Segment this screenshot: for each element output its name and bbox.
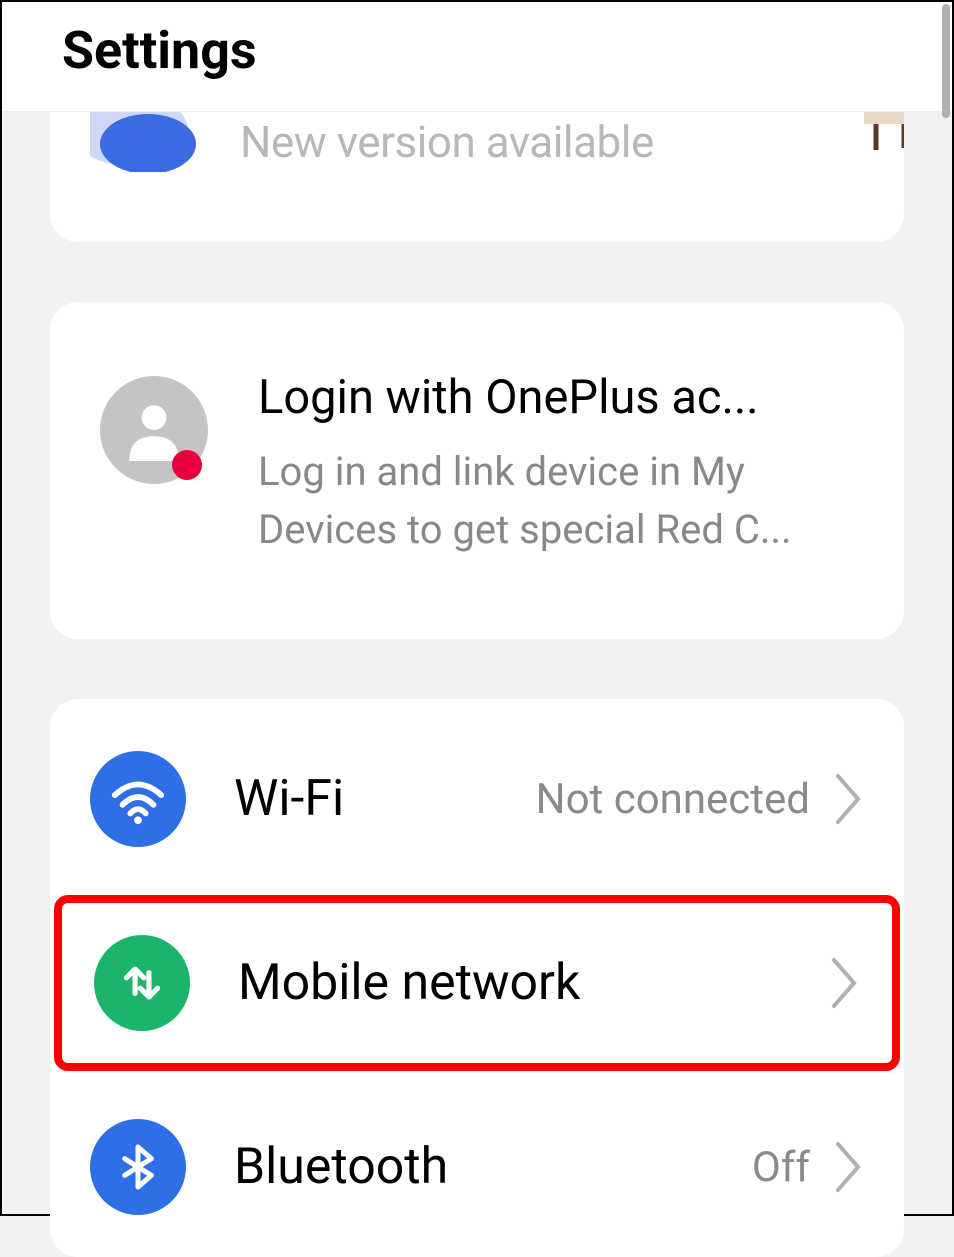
chevron-right-icon bbox=[830, 956, 860, 1010]
bluetooth-icon bbox=[90, 1119, 186, 1215]
settings-list: Wi-Fi Not connected Mobile network bbox=[50, 699, 904, 1257]
chevron-right-icon bbox=[834, 772, 864, 826]
notification-dot-icon bbox=[172, 450, 202, 480]
account-subtitle: Log in and link device in My Devices to … bbox=[258, 443, 854, 559]
page-title: Settings bbox=[62, 20, 892, 81]
settings-item-mobile-network[interactable]: Mobile network bbox=[54, 895, 900, 1071]
wifi-icon bbox=[90, 751, 186, 847]
account-avatar-icon bbox=[100, 376, 208, 484]
content: New version available Login with OnePlus… bbox=[2, 112, 952, 1257]
settings-item-value: Not connected bbox=[536, 775, 810, 824]
settings-item-wifi[interactable]: Wi-Fi Not connected bbox=[50, 709, 904, 889]
mobile-data-icon bbox=[94, 935, 190, 1031]
header: Settings bbox=[2, 2, 952, 112]
account-card[interactable]: Login with OnePlus ac... Log in and link… bbox=[50, 302, 904, 639]
settings-item-label: Wi-Fi bbox=[234, 770, 536, 828]
account-title: Login with OnePlus ac... bbox=[258, 370, 854, 425]
settings-item-label: Bluetooth bbox=[234, 1138, 752, 1196]
chevron-right-icon bbox=[834, 1140, 864, 1194]
settings-item-label: Mobile network bbox=[238, 954, 806, 1012]
update-card[interactable]: New version available bbox=[50, 112, 904, 242]
settings-item-value: Off bbox=[752, 1143, 810, 1192]
account-text: Login with OnePlus ac... Log in and link… bbox=[258, 370, 854, 559]
settings-item-bluetooth[interactable]: Bluetooth Off bbox=[50, 1077, 904, 1257]
scrollbar[interactable] bbox=[942, 4, 950, 118]
system-update-icon bbox=[90, 112, 200, 172]
update-banner-text: New version available bbox=[240, 116, 654, 168]
avatar-peek-icon bbox=[864, 112, 904, 162]
